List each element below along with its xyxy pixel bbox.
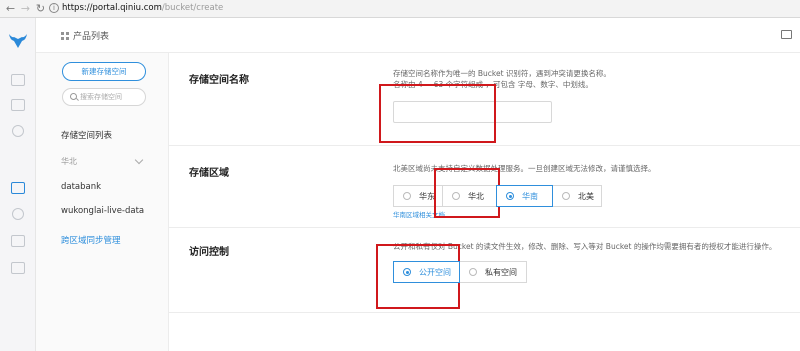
- grid-icon[interactable]: [61, 32, 69, 40]
- radio-icon: [469, 268, 477, 276]
- message-icon[interactable]: [781, 30, 792, 39]
- bucket-search-input[interactable]: 搜索存储空间: [62, 88, 146, 106]
- bucket-item-wukonglai-live-data[interactable]: wukonglai-live-data: [61, 206, 144, 216]
- divider: [169, 227, 800, 228]
- region-option-label: 北美: [578, 191, 594, 201]
- bucket-list-title: 存储空间列表: [61, 131, 113, 141]
- region-option-label: 华南: [522, 191, 538, 201]
- region-desc: 北美区域尚未支持自定义数据处理服务。一旦创建区域无法修改，请谨慎选择。: [393, 164, 656, 173]
- search-placeholder: 搜索存储空间: [80, 93, 122, 101]
- access-option-public[interactable]: 公开空间: [393, 261, 460, 283]
- region-option-label: 华东: [419, 191, 435, 201]
- stats-icon[interactable]: [12, 125, 24, 137]
- site-info-icon[interactable]: i: [49, 3, 59, 13]
- search-icon: [70, 93, 77, 100]
- region-option-south[interactable]: 华南: [496, 185, 553, 207]
- new-bucket-button[interactable]: 新建存储空间: [62, 62, 146, 81]
- overview-icon[interactable]: [11, 74, 25, 86]
- reload-icon[interactable]: ↻: [34, 2, 47, 16]
- processing-icon[interactable]: [11, 235, 25, 247]
- forward-arrow-icon[interactable]: →: [19, 2, 32, 16]
- address-bar[interactable]: https://portal.qiniu.com/bucket/create: [62, 3, 223, 13]
- url-path: /bucket/create: [161, 3, 224, 13]
- region-filter[interactable]: 华北: [61, 156, 77, 167]
- access-option-private[interactable]: 私有空间: [459, 261, 527, 283]
- chevron-down-icon[interactable]: [134, 155, 144, 165]
- access-radio-group: 公开空间 私有空间: [393, 261, 527, 283]
- annotation-box-region: [434, 168, 500, 218]
- cross-region-sync-link[interactable]: 跨区域同步管理: [61, 234, 121, 246]
- access-control-label: 访问控制: [189, 247, 229, 258]
- browser-toolbar: ← → ↻ i https://portal.qiniu.com/bucket/…: [0, 0, 800, 18]
- bucket-name-label: 存储空间名称: [189, 75, 249, 86]
- radio-selected-icon: [403, 268, 411, 276]
- product-list-link[interactable]: 产品列表: [73, 29, 109, 42]
- region-option-na[interactable]: 北美: [552, 185, 602, 207]
- icon-rail: [0, 18, 36, 351]
- bucket-item-databank[interactable]: databank: [61, 182, 101, 192]
- cdn-icon[interactable]: [12, 208, 24, 220]
- radio-icon: [403, 192, 411, 200]
- document-icon[interactable]: [11, 99, 25, 111]
- radio-icon: [562, 192, 570, 200]
- region-label: 存储区域: [189, 168, 229, 179]
- top-bar: 产品列表: [36, 18, 800, 53]
- radio-selected-icon: [506, 192, 514, 200]
- video-icon[interactable]: [11, 262, 25, 274]
- back-arrow-icon[interactable]: ←: [4, 2, 17, 16]
- url-host: https://portal.qiniu.com: [62, 3, 162, 13]
- bucket-sidebar: 新建存储空间 搜索存储空间 存储空间列表 华北 databank wukongl…: [36, 53, 169, 351]
- access-option-label: 私有空间: [485, 267, 517, 277]
- qiniu-logo-icon[interactable]: [8, 32, 28, 50]
- divider: [169, 312, 800, 313]
- annotation-box-name: [379, 84, 496, 143]
- region-radio-group: 华东 华北 华南 北美: [393, 185, 602, 207]
- divider: [169, 145, 800, 146]
- access-option-label: 公开空间: [419, 267, 451, 277]
- storage-icon[interactable]: [11, 182, 25, 194]
